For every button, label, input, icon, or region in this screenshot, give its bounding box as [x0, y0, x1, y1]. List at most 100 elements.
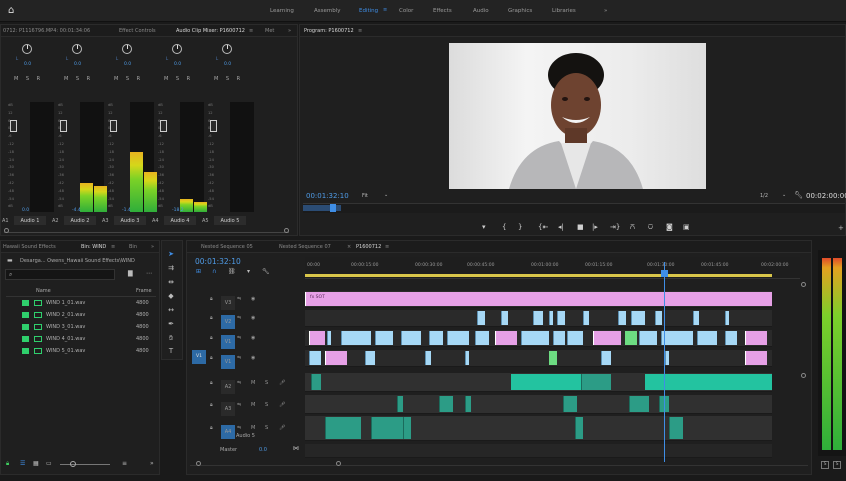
workspaces-more-icon[interactable]: » [604, 8, 607, 14]
bin-options-icon[interactable]: ⋯ [146, 270, 152, 277]
tab-bin-wind[interactable]: Bin: WIND [81, 244, 106, 250]
audio-clip[interactable] [575, 417, 583, 439]
eye-icon[interactable]: ◉ [251, 355, 255, 361]
master-value[interactable]: 0.0 [259, 447, 267, 453]
snap-icon[interactable]: ∩ [212, 268, 216, 275]
resolution-dropdown[interactable]: 1/2 [760, 193, 768, 199]
workspace-menu-icon[interactable]: ≡ [383, 7, 387, 13]
track-target-toggle[interactable]: A3 [221, 402, 235, 416]
zoom-handle-icon[interactable] [196, 461, 201, 466]
zoom-handle-icon[interactable] [336, 461, 341, 466]
lift-icon[interactable]: ⩃ [630, 223, 635, 232]
audio-clip[interactable] [511, 374, 591, 390]
bin-menu-icon[interactable]: ≡ [111, 244, 115, 250]
video-clip[interactable] [495, 331, 517, 345]
nest-icon[interactable]: ⊞ [196, 268, 201, 275]
add-button-icon[interactable]: + [838, 224, 844, 232]
timeline-menu-icon[interactable]: ≡ [385, 244, 389, 250]
step-forward-icon[interactable]: |▸ [592, 223, 598, 231]
video-clip[interactable] [429, 331, 443, 345]
audio-clip[interactable] [629, 396, 649, 412]
stop-icon[interactable]: ■ [577, 223, 584, 231]
volume-fader[interactable] [210, 120, 217, 132]
hand-icon[interactable]: ✋︎ [166, 334, 176, 344]
add-marker-icon[interactable]: ▾ [482, 223, 486, 231]
video-clip[interactable] [725, 311, 729, 325]
col-name[interactable]: Name [36, 288, 51, 294]
lock-icon[interactable]: 🔒︎ [210, 425, 213, 431]
video-clip[interactable] [401, 331, 421, 345]
video-clip[interactable] [549, 311, 553, 325]
pan-knob-icon[interactable] [222, 44, 232, 54]
more-icon[interactable]: » [150, 460, 154, 467]
video-clip[interactable] [583, 311, 589, 325]
pan-value[interactable]: 0.0 [74, 62, 81, 67]
comparison-view-icon[interactable]: ▣ [683, 223, 690, 231]
type-icon[interactable]: T [166, 347, 176, 357]
video-clip[interactable] [661, 331, 693, 345]
video-clip[interactable] [745, 351, 767, 365]
pan-knob-icon[interactable] [172, 44, 182, 54]
workspace-learning[interactable]: Learning [270, 8, 294, 14]
tab-menu-icon[interactable]: ≡ [249, 28, 253, 34]
lock-icon[interactable]: 🔒︎ [210, 380, 213, 386]
lock-icon[interactable]: 🔒︎ [6, 460, 9, 468]
go-to-out-icon[interactable]: ⇥} [610, 223, 620, 231]
solo-button[interactable]: S [265, 402, 268, 408]
audio-clip[interactable] [669, 417, 683, 439]
audio-clip[interactable] [325, 417, 361, 439]
eye-icon[interactable]: ◉ [251, 296, 255, 302]
video-clip[interactable] [425, 351, 431, 365]
video-clip[interactable] [601, 351, 611, 365]
workspace-libraries[interactable]: Libraries [552, 8, 576, 14]
video-clip[interactable] [365, 351, 375, 365]
track-target-toggle[interactable]: V1 [221, 335, 235, 349]
tab-nested-sequence-05[interactable]: Nested Sequence 05 [201, 244, 253, 250]
video-clip[interactable] [447, 331, 469, 345]
track-target-toggle[interactable]: V2 [221, 315, 235, 329]
audio-clip[interactable] [403, 417, 411, 439]
video-clip[interactable] [325, 351, 347, 365]
sync-lock-icon[interactable]: ⇋ [237, 425, 241, 431]
wrench-icon[interactable]: 🔧︎ [794, 191, 803, 199]
volume-fader[interactable] [110, 120, 117, 132]
track-select-icon[interactable]: ⇉ [166, 264, 176, 274]
pan-knob-icon[interactable] [72, 44, 82, 54]
work-area-bar[interactable] [305, 274, 772, 277]
bin-search-input[interactable]: ⌕ [5, 269, 115, 280]
sync-lock-icon[interactable]: ⇋ [237, 335, 241, 341]
tab-effect-controls[interactable]: Effect Controls [119, 28, 156, 34]
video-clip[interactable] [549, 351, 557, 365]
program-menu-icon[interactable]: ≡ [358, 28, 362, 34]
slip-icon[interactable]: ↔ [166, 306, 176, 316]
tab-program[interactable]: Program: P1600712 [304, 28, 354, 34]
track-target-toggle[interactable]: V1 [221, 355, 235, 369]
sync-lock-icon[interactable]: ⇋ [237, 402, 241, 408]
home-icon[interactable]: ⌂ [8, 5, 14, 16]
sort-icon[interactable]: ≡ [122, 460, 127, 467]
solo-left-button[interactable]: S [821, 461, 829, 469]
chevron-down-icon[interactable]: ⌄ [782, 192, 786, 198]
lock-icon[interactable]: 🔒︎ [210, 296, 213, 302]
mixer-scrollbar[interactable] [4, 228, 289, 233]
vertical-scroll-handle-icon[interactable] [801, 373, 806, 378]
camera-icon[interactable]: ◙ [666, 223, 673, 231]
mark-out-icon[interactable]: } [518, 223, 522, 231]
workspace-audio[interactable]: Audio [473, 8, 489, 14]
solo-right-button[interactable]: S [833, 461, 841, 469]
program-scrub-bar[interactable] [303, 203, 845, 213]
tab-metadata[interactable]: Met [265, 28, 274, 34]
mark-in-icon[interactable]: { [502, 223, 506, 231]
scroll-handle-icon[interactable] [284, 228, 289, 233]
pan-value[interactable]: 0.0 [24, 62, 31, 67]
sync-lock-icon[interactable]: ⇋ [237, 315, 241, 321]
lock-icon[interactable]: 🔒︎ [210, 355, 213, 361]
workspace-effects[interactable]: Effects [433, 8, 452, 14]
video-clip[interactable] [639, 331, 657, 345]
settings-icon[interactable]: 🔧︎ [262, 268, 270, 275]
timeline-timecode[interactable]: 00:01:32:10 [195, 257, 241, 266]
chevron-down-icon[interactable]: ⌄ [384, 192, 388, 198]
video-clip[interactable] [725, 331, 737, 345]
video-clip[interactable] [618, 311, 626, 325]
lock-icon[interactable]: 🔒︎ [210, 402, 213, 408]
